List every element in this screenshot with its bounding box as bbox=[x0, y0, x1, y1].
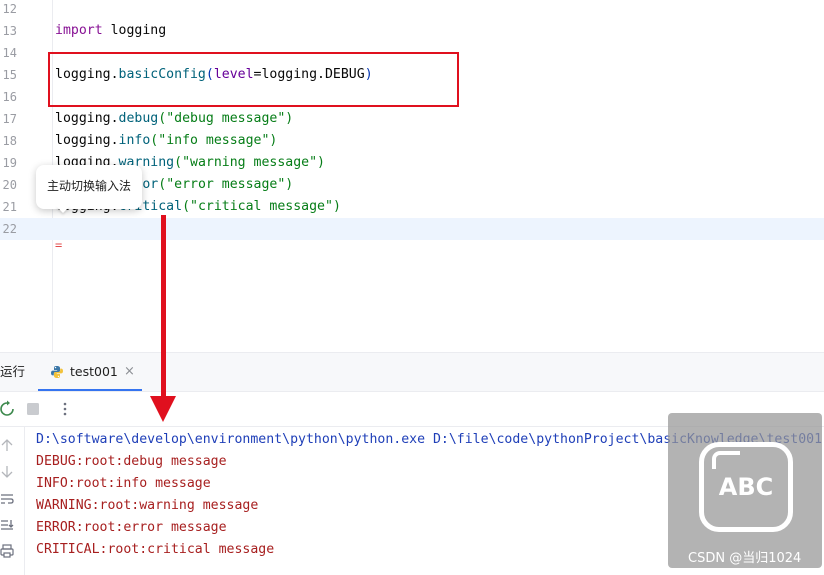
python-file-icon bbox=[50, 364, 64, 383]
rerun-icon[interactable] bbox=[0, 400, 16, 418]
object-name: logging bbox=[55, 111, 111, 126]
scroll-up-icon[interactable] bbox=[0, 437, 14, 451]
stop-icon[interactable] bbox=[24, 400, 42, 418]
scroll-to-end-icon[interactable] bbox=[0, 517, 14, 531]
more-options-icon[interactable] bbox=[56, 400, 74, 418]
print-icon[interactable] bbox=[0, 543, 14, 558]
code-line[interactable]: 17 logging.debug("debug message") bbox=[0, 108, 824, 130]
console-side-toolbar bbox=[0, 427, 25, 575]
string-literal: "critical message" bbox=[190, 199, 333, 214]
paren-open: ( bbox=[158, 111, 167, 126]
code-text: import logging bbox=[55, 20, 166, 42]
paren-close: ) bbox=[317, 155, 325, 170]
tab-label: test001 bbox=[70, 364, 118, 379]
paren-open: ( bbox=[174, 155, 183, 170]
paren-close: ) bbox=[332, 199, 341, 214]
code-line[interactable]: 12 bbox=[0, 0, 824, 20]
ime-mode-badge: ABC bbox=[668, 413, 822, 568]
object-name: logging bbox=[55, 133, 111, 148]
line-number: 15 bbox=[2, 68, 17, 82]
line-number: 18 bbox=[2, 134, 17, 148]
code-line-current[interactable]: 22 bbox=[0, 218, 824, 240]
string-literal: "debug message" bbox=[166, 111, 286, 126]
line-number: 14 bbox=[2, 46, 17, 60]
function-name: debug bbox=[118, 111, 159, 126]
module-name: logging bbox=[102, 23, 167, 38]
dot: . bbox=[110, 133, 119, 148]
line-number: 22 bbox=[2, 222, 17, 236]
code-text: logging.info("info message") bbox=[55, 130, 277, 152]
annotation-arrow-head bbox=[150, 396, 176, 422]
keyword: import bbox=[55, 23, 103, 38]
caret-marker: = bbox=[55, 238, 63, 252]
function-name: info bbox=[118, 133, 151, 148]
highlight-box bbox=[48, 52, 459, 107]
paren-open: ( bbox=[158, 177, 167, 192]
close-icon[interactable]: × bbox=[124, 353, 135, 391]
code-line[interactable]: 18 logging.info("info message") bbox=[0, 130, 824, 152]
line-number: 17 bbox=[2, 112, 17, 126]
annotation-arrow-shaft bbox=[161, 215, 166, 397]
code-line[interactable]: 13 import logging bbox=[0, 20, 824, 42]
code-editor[interactable]: 12 13 import logging 14 15 logging.basic… bbox=[0, 0, 824, 352]
line-number: 20 bbox=[2, 178, 17, 192]
paren-close: ) bbox=[285, 111, 294, 126]
line-number: 21 bbox=[2, 200, 17, 214]
ime-badge-frame: ABC bbox=[699, 442, 793, 532]
code-text: logging.debug("debug message") bbox=[55, 108, 293, 130]
tab-test001[interactable]: test001 × bbox=[38, 353, 142, 391]
string-literal: "warning message" bbox=[182, 155, 318, 170]
soft-wrap-icon[interactable] bbox=[0, 491, 14, 505]
line-number: 16 bbox=[2, 90, 17, 104]
dot: . bbox=[110, 111, 119, 126]
ime-tooltip: 主动切换输入法 bbox=[36, 165, 142, 209]
paren-open: ( bbox=[182, 199, 191, 214]
string-literal: "info message" bbox=[158, 133, 270, 148]
tooltip-tail bbox=[56, 206, 70, 213]
run-tabbar: 运行 test001 × bbox=[0, 353, 824, 392]
scroll-down-icon[interactable] bbox=[0, 464, 14, 478]
line-number: 12 bbox=[2, 2, 17, 16]
line-number: 19 bbox=[2, 156, 17, 170]
watermark: CSDN @当归1024 bbox=[688, 551, 802, 566]
string-literal: "error message" bbox=[166, 177, 286, 192]
ime-badge-text: ABC bbox=[718, 473, 774, 501]
run-panel-title: 运行 bbox=[0, 364, 26, 379]
paren-close: ) bbox=[285, 177, 294, 192]
paren-close: ) bbox=[269, 133, 278, 148]
line-number: 13 bbox=[2, 24, 17, 38]
